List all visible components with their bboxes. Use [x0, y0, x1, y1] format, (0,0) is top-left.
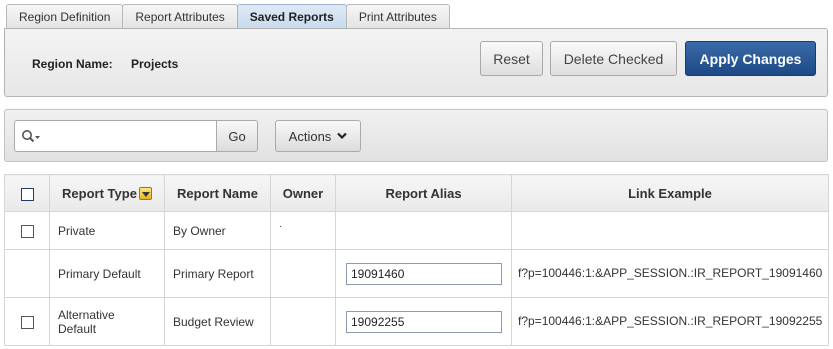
report-alias-input[interactable]	[346, 310, 502, 333]
region-header-panel: Region Name: Projects Reset Delete Check…	[4, 28, 828, 97]
actions-label: Actions	[288, 128, 332, 144]
table-header-row: Report Type Report Name Owner Report Ali…	[4, 174, 829, 212]
table-row: Primary Default Primary Report f?p=10044…	[4, 249, 829, 298]
select-all-header	[4, 174, 50, 212]
delete-checked-button[interactable]: Delete Checked	[550, 41, 677, 76]
go-button[interactable]: Go	[216, 120, 258, 152]
report-name-cell: By Owner	[164, 211, 271, 250]
reset-button[interactable]: Reset	[480, 41, 543, 76]
row-checkbox[interactable]	[20, 315, 34, 329]
report-name-cell: Primary Report	[164, 249, 271, 298]
search-toolbar: Go Actions	[4, 109, 828, 162]
chevron-down-icon	[337, 132, 348, 140]
row-checkbox[interactable]	[20, 224, 34, 238]
table-row: Alternative Default Budget Review f?p=10…	[4, 297, 829, 346]
report-name-cell: Budget Review	[164, 297, 271, 346]
report-alias-header: Report Alias	[335, 174, 512, 212]
row-select-cell	[4, 297, 50, 346]
link-example-cell: f?p=100446:1:&APP_SESSION.:IR_REPORT_190…	[511, 249, 829, 298]
tab-saved-reports[interactable]: Saved Reports	[236, 4, 347, 28]
link-example-cell	[511, 211, 829, 250]
search-input[interactable]	[45, 123, 213, 149]
report-type-cell: Alternative Default	[49, 297, 165, 346]
report-alias-input[interactable]	[346, 262, 502, 285]
report-type-header[interactable]: Report Type	[49, 174, 165, 212]
report-alias-cell	[335, 211, 512, 250]
actions-menu-button[interactable]: Actions	[275, 120, 361, 152]
select-all-checkbox[interactable]	[20, 187, 34, 201]
table-row: Private By Owner ·	[4, 211, 829, 250]
tab-report-attributes[interactable]: Report Attributes	[122, 4, 238, 28]
owner-cell: ·	[270, 211, 336, 250]
link-example-header: Link Example	[511, 174, 829, 212]
sort-dropdown-icon[interactable]	[138, 186, 152, 200]
tab-print-attributes[interactable]: Print Attributes	[345, 4, 450, 28]
region-name-label: Region Name:	[32, 57, 113, 71]
report-alias-cell	[335, 249, 512, 298]
search-box	[14, 120, 217, 152]
owner-cell	[270, 297, 336, 346]
report-type-header-label: Report Type	[62, 185, 137, 201]
report-name-header: Report Name	[164, 174, 271, 212]
region-name-value: Projects	[131, 57, 179, 71]
owner-header: Owner	[270, 174, 336, 212]
report-type-cell: Primary Default	[49, 249, 165, 298]
link-example-cell: f?p=100446:1:&APP_SESSION.:IR_REPORT_190…	[511, 297, 829, 346]
owner-cell	[270, 249, 336, 298]
report-alias-cell	[335, 297, 512, 346]
search-icon[interactable]	[21, 129, 41, 145]
row-select-cell	[4, 249, 50, 298]
tab-region-definition[interactable]: Region Definition	[6, 4, 124, 28]
report-type-cell: Private	[49, 211, 165, 250]
tab-bar: Region Definition Report Attributes Save…	[6, 4, 450, 28]
apply-changes-button[interactable]: Apply Changes	[685, 41, 816, 76]
row-select-cell	[4, 211, 50, 250]
saved-reports-table: Report Type Report Name Owner Report Ali…	[4, 174, 829, 346]
owner-value: ·	[279, 220, 283, 232]
